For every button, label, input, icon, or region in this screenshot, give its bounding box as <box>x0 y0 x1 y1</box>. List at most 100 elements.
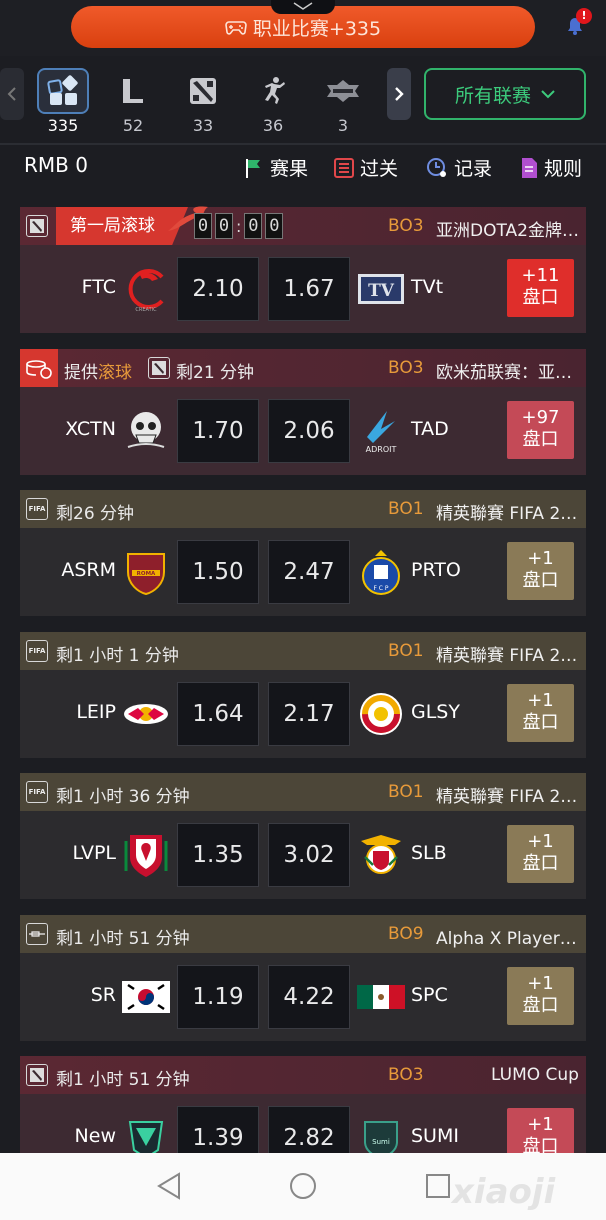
time-remaining: 剩1 小时 51 分钟 <box>56 929 190 949</box>
watermark-logo: xiaoji <box>452 1172 556 1212</box>
match-header: FIFA 剩26 分钟 BO1 精英聯賽 FIFA 2… <box>20 490 586 528</box>
more-markets-button[interactable]: +97 盘口 <box>507 401 574 459</box>
parlay-link[interactable]: 过关 <box>334 154 398 181</box>
best-of: BO1 <box>388 499 424 519</box>
away-team-name: SLB <box>411 842 447 864</box>
parlay-label: 过关 <box>360 158 399 180</box>
more-markets-button[interactable]: +1 盘口 <box>507 825 574 883</box>
league-filter-label: 所有联赛 <box>454 84 531 107</box>
game-count-lol: 52 <box>122 116 144 135</box>
away-odds-button[interactable]: 2.17 <box>268 682 350 746</box>
best-of: BO9 <box>388 924 424 944</box>
pro-match-label: 职业比赛+335 <box>252 17 382 40</box>
away-team-name: SUMI <box>411 1125 459 1147</box>
recents-icon[interactable] <box>424 1171 452 1201</box>
game-count-csgo: 36 <box>262 116 284 135</box>
league-name: 精英聯賽 FIFA 2… <box>436 646 578 666</box>
home-odds-button[interactable]: 2.10 <box>177 257 259 321</box>
list-icon <box>334 157 354 178</box>
svg-text:CREATIC: CREATIC <box>135 307 157 313</box>
home-icon[interactable] <box>288 1171 318 1201</box>
markets-count: +1 <box>527 690 554 711</box>
markets-count: +11 <box>521 265 560 286</box>
gamepad-icon <box>225 21 247 35</box>
home-odds-button[interactable]: 1.70 <box>177 399 259 463</box>
markets-label: 盘口 <box>522 712 559 733</box>
game-tab-lol[interactable]: 52 <box>107 68 159 138</box>
home-odds-button[interactable]: 1.19 <box>177 965 259 1029</box>
away-team-name: TVt <box>411 276 444 298</box>
time-remaining: 剩26 分钟 <box>56 504 135 524</box>
match-card[interactable]: FIFA 剩1 小时 1 分钟 BO1 精英聯賽 FIFA 2… LEIP 1.… <box>20 632 586 758</box>
markets-label: 盘口 <box>522 995 559 1016</box>
more-markets-button[interactable]: +11 盘口 <box>507 259 574 317</box>
match-body: FTC CREATIC 2.10 1.67 TV TVt +11 盘口 <box>20 245 586 333</box>
svg-text:F C P: F C P <box>373 585 388 592</box>
home-team-name: XCTN <box>65 418 116 440</box>
away-odds-button[interactable]: 2.06 <box>268 399 350 463</box>
roma-logo-icon: ROMA <box>127 553 165 596</box>
time-remaining: 剩1 小时 36 分钟 <box>56 787 190 807</box>
rules-label: 规则 <box>544 158 583 180</box>
game-count-kog: 3 <box>337 116 349 135</box>
markets-label: 盘口 <box>522 287 559 308</box>
match-card[interactable]: 第一局滚球 0 0 : 0 0 BO3 亚洲DOTA2金牌… FTC CREAT… <box>20 206 586 333</box>
markets-label: 盘口 <box>522 429 559 450</box>
chevron-right-icon <box>395 87 404 101</box>
markets-label: 盘口 <box>522 853 559 874</box>
best-of: BO3 <box>388 1065 424 1085</box>
scroll-left-button[interactable] <box>0 68 24 120</box>
porto-logo-icon: F C P <box>362 550 400 595</box>
match-card[interactable]: FIFA 剩26 分钟 BO1 精英聯賽 FIFA 2… ASRM ROMA 1… <box>20 490 586 616</box>
match-card[interactable]: 提供滚球 剩21 分钟 BO3 欧米茄联赛：亚… XCTN 1.70 2.06 … <box>20 349 586 475</box>
scroll-right-button[interactable] <box>387 68 411 120</box>
home-team-name: LEIP <box>76 701 116 723</box>
chevron-down-icon <box>541 89 555 98</box>
game-tab-csgo[interactable]: 36 <box>247 68 299 138</box>
game-tab-all[interactable]: 335 <box>37 68 89 138</box>
more-markets-button[interactable]: +1 盘口 <box>507 967 574 1025</box>
results-link[interactable]: 赛果 <box>244 154 308 181</box>
galatasaray-logo-icon <box>360 693 402 735</box>
back-icon[interactable] <box>155 1171 183 1201</box>
markets-count: +1 <box>527 1114 554 1135</box>
game-filter-bar: 335 52 33 36 3 所有联赛 <box>0 60 606 144</box>
fifa-tag-icon: FIFA <box>26 640 48 662</box>
match-card[interactable]: FIFA 剩1 小时 36 分钟 BO1 精英聯賽 FIFA 2… LVPL 1… <box>20 773 586 899</box>
game-count-dota2: 33 <box>192 116 214 135</box>
away-odds-button[interactable]: 3.02 <box>268 823 350 887</box>
game-tab-dota2[interactable]: 33 <box>177 68 229 138</box>
pubg-tag-icon <box>26 923 48 945</box>
home-odds-button[interactable]: 1.64 <box>177 682 259 746</box>
home-team-name: LVPL <box>72 842 116 864</box>
match-header: 剩1 小时 51 分钟 BO3 LUMO Cup <box>20 1056 586 1094</box>
records-label: 记录 <box>454 158 493 180</box>
pull-down-handle[interactable] <box>271 0 335 14</box>
away-odds-button[interactable]: 2.47 <box>268 540 350 604</box>
svg-text:ADROIT: ADROIT <box>366 445 397 454</box>
home-team-name: FTC <box>81 276 116 298</box>
away-odds-button[interactable]: 1.67 <box>268 257 350 321</box>
rules-link[interactable]: 规则 <box>520 154 582 181</box>
best-of: BO1 <box>388 782 424 802</box>
fifa-tag-icon: FIFA <box>26 498 48 520</box>
more-markets-button[interactable]: +1 盘口 <box>507 542 574 600</box>
document-icon <box>522 157 537 178</box>
fifa-tag-icon: FIFA <box>26 781 48 803</box>
match-card[interactable]: 剩1 小时 51 分钟 BO9 Alpha X Player邀… SR 1.19… <box>20 915 586 1041</box>
home-team-name: ASRM <box>61 559 116 581</box>
away-odds-button[interactable]: 4.22 <box>268 965 350 1029</box>
match-body: XCTN 1.70 2.06 ADROIT TAD +97 盘口 <box>20 387 586 475</box>
records-link[interactable]: 记录 <box>426 154 492 181</box>
home-odds-button[interactable]: 1.50 <box>177 540 259 604</box>
markets-count: +97 <box>521 407 560 428</box>
home-odds-button[interactable]: 1.35 <box>177 823 259 887</box>
league-filter-dropdown[interactable]: 所有联赛 <box>424 68 586 120</box>
match-body: ASRM ROMA 1.50 2.47 F C P PRTO +1 盘口 <box>20 528 586 616</box>
home-team-name: New <box>74 1125 116 1147</box>
match-header: 提供滚球 剩21 分钟 BO3 欧米茄联赛：亚… <box>20 349 586 387</box>
game-tab-kog[interactable]: 3 <box>317 68 369 138</box>
match-header: 第一局滚球 0 0 : 0 0 BO3 亚洲DOTA2金牌… <box>20 206 586 245</box>
chevron-left-icon <box>7 87 16 101</box>
more-markets-button[interactable]: +1 盘口 <box>507 684 574 742</box>
